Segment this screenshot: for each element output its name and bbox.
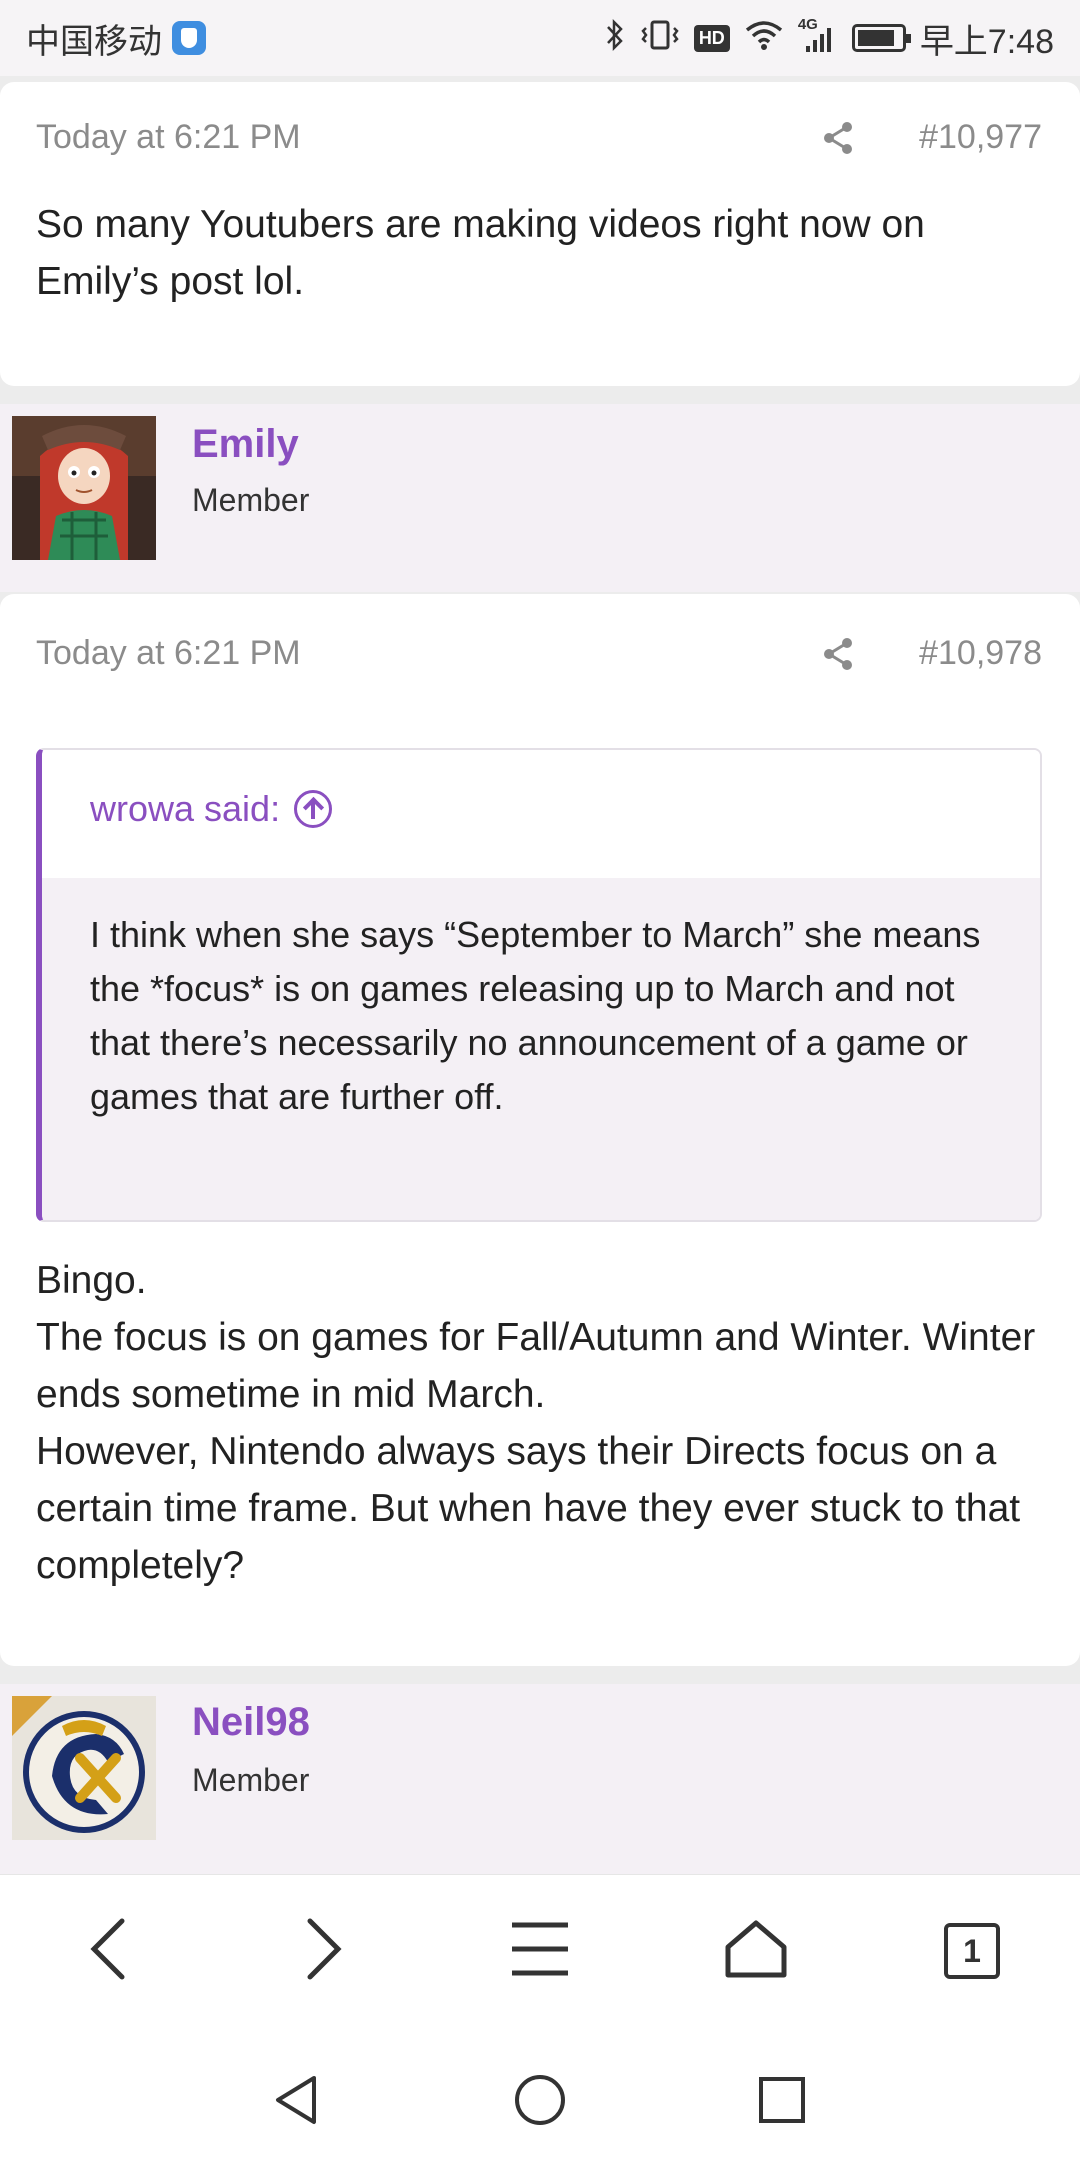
vibrate-icon	[640, 18, 680, 58]
user-role: Member	[192, 1762, 310, 1798]
user-role: Member	[192, 482, 310, 518]
username[interactable]: Emily	[192, 422, 299, 467]
hamburger-menu-icon	[510, 1921, 570, 1982]
share-icon[interactable]	[820, 120, 856, 156]
post-timestamp[interactable]: Today at 6:21 PM	[36, 634, 301, 673]
user-strip: Emily Member	[0, 404, 1080, 592]
quote-author-link[interactable]: wrowa said:	[90, 788, 333, 830]
tabs-icon: 1	[944, 1923, 1000, 1979]
carrier-label: 中国移动	[26, 22, 162, 61]
security-shield-icon	[172, 21, 206, 55]
back-button[interactable]	[68, 1911, 148, 1991]
username[interactable]: Neil98	[192, 1700, 310, 1745]
home-button[interactable]	[716, 1911, 796, 1991]
forward-button[interactable]	[284, 1911, 364, 1991]
quote-block: wrowa said: I think when she says “Septe…	[36, 748, 1042, 1222]
home-icon	[724, 1919, 788, 1984]
quote-author-label: wrowa said:	[90, 788, 281, 829]
post-number[interactable]: #10,977	[919, 118, 1042, 157]
user-strip: Neil98 Member	[0, 1684, 1080, 1874]
post-body: So many Youtubers are making videos righ…	[36, 203, 925, 303]
clock: 早上7:48	[919, 22, 1054, 61]
android-nav-bar	[0, 2034, 1080, 2160]
quote-header: wrowa said:	[42, 750, 1040, 878]
post-card: Today at 6:21 PM #10,977 So many Youtube…	[0, 82, 1080, 386]
avatar[interactable]	[12, 1696, 156, 1840]
arrow-up-circle-icon[interactable]	[294, 790, 333, 828]
post-body-line: However, Nintendo always says their Dire…	[36, 1430, 1021, 1587]
system-home-button[interactable]	[512, 2072, 568, 2133]
wifi-icon	[744, 19, 784, 57]
post-timestamp[interactable]: Today at 6:21 PM	[36, 118, 301, 157]
chevron-left-icon	[86, 1917, 130, 1986]
system-recents-button[interactable]	[754, 2072, 810, 2133]
post-number[interactable]: #10,978	[919, 634, 1042, 673]
post-body-line: The focus is on games for Fall/Autumn an…	[36, 1316, 1036, 1416]
quote-text: I think when she says “September to Marc…	[42, 878, 1040, 1220]
hd-badge: HD	[693, 24, 730, 52]
chevron-right-icon	[302, 1917, 346, 1986]
browser-toolbar: 1	[0, 1874, 1080, 2034]
share-icon[interactable]	[820, 636, 856, 672]
avatar[interactable]	[12, 416, 156, 560]
forum-page: 中国移动 HD 4G 早上7:48 Today at 6:21 PM #10,9…	[0, 0, 1080, 2160]
status-bar: 中国移动 HD 4G 早上7:48	[0, 0, 1080, 76]
battery-icon	[851, 24, 911, 52]
cell-signal-icon: 4G	[798, 16, 838, 54]
circle-home-icon	[512, 2075, 568, 2132]
system-back-button[interactable]	[270, 2072, 326, 2133]
bluetooth-icon	[604, 18, 626, 58]
menu-button[interactable]	[500, 1911, 580, 1991]
network-type: 4G	[797, 16, 818, 33]
tabs-button[interactable]: 1	[932, 1911, 1012, 1991]
square-recents-icon	[754, 2077, 810, 2132]
triangle-back-icon	[270, 2076, 326, 2132]
post-body-line: Bingo.	[36, 1259, 147, 1302]
post-body: Bingo. The focus is on games for Fall/Au…	[36, 1252, 1042, 1594]
